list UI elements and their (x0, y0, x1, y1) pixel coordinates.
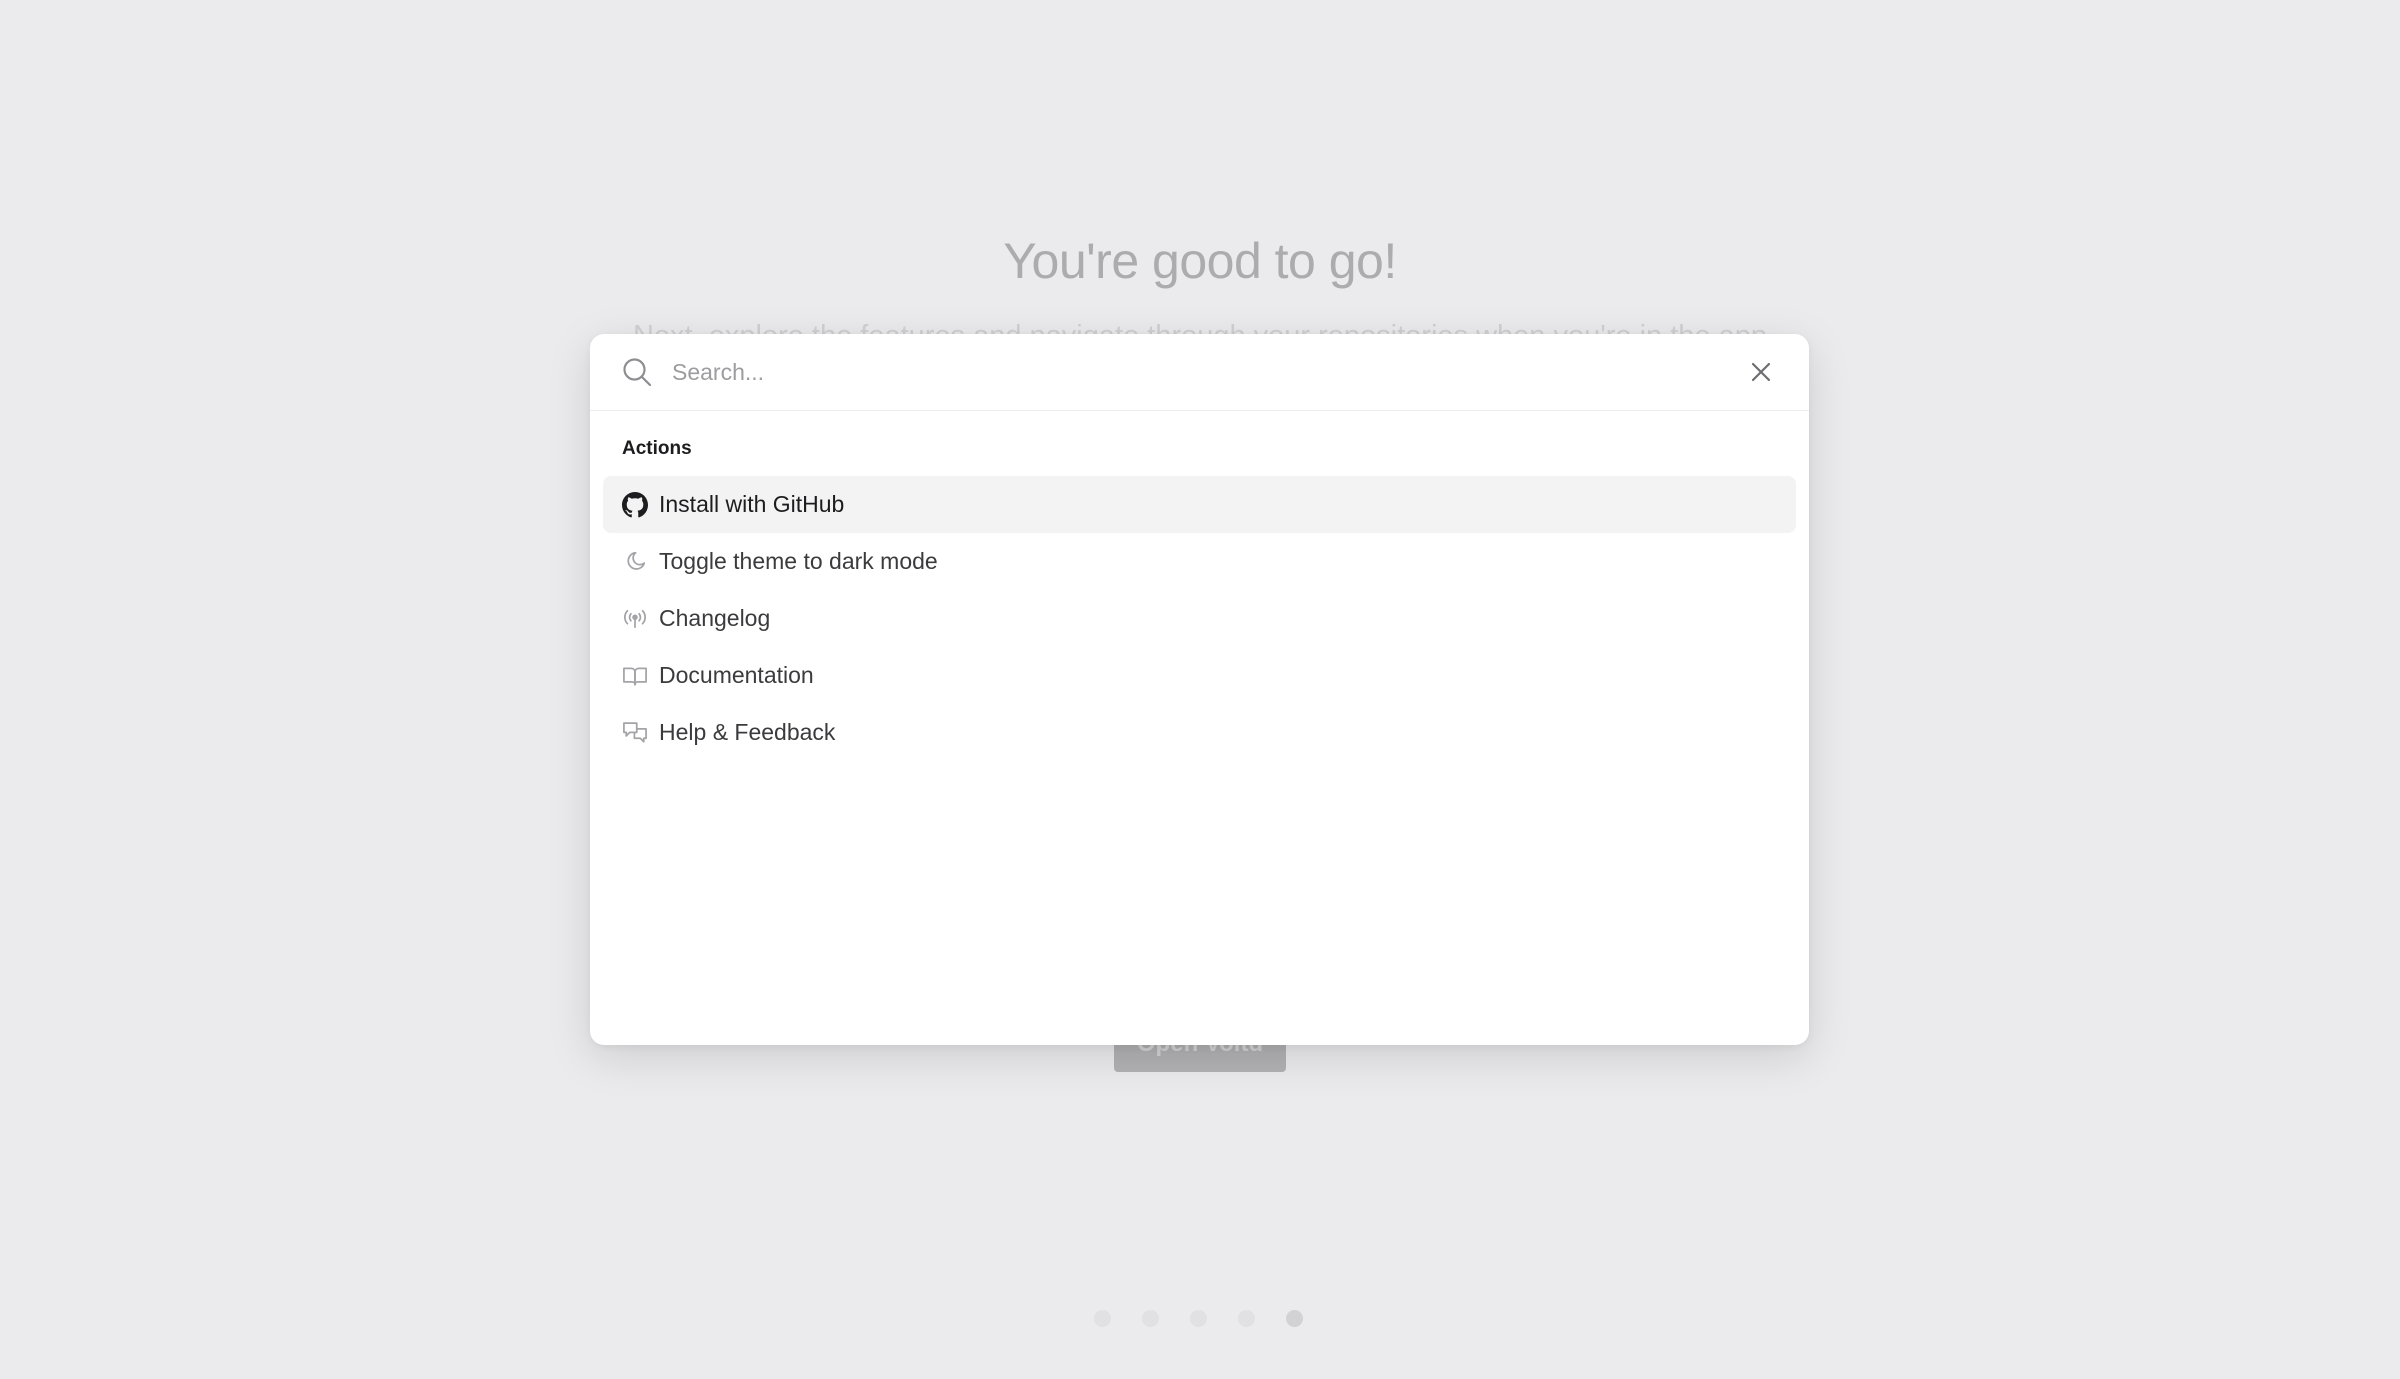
action-label: Changelog (659, 605, 771, 631)
action-documentation[interactable]: Documentation (603, 647, 1796, 704)
section-label-actions: Actions (622, 438, 692, 459)
broadcast-icon (621, 605, 649, 633)
pagination-dot-active[interactable] (1286, 1310, 1303, 1327)
actions-list: Install with GitHub Toggle theme to dark… (603, 476, 1796, 761)
action-label: Documentation (659, 662, 814, 688)
onboarding-title: You're good to go! (1003, 233, 1397, 289)
book-icon (621, 662, 649, 690)
action-toggle-theme[interactable]: Toggle theme to dark mode (603, 533, 1796, 590)
github-icon (621, 491, 649, 519)
action-install-with-github[interactable]: Install with GitHub (603, 476, 1796, 533)
pagination-dot[interactable] (1142, 1310, 1159, 1327)
pagination-dot[interactable] (1094, 1310, 1111, 1327)
close-icon[interactable] (1743, 354, 1779, 390)
action-label: Help & Feedback (659, 719, 836, 745)
search-icon (621, 356, 653, 388)
action-changelog[interactable]: Changelog (603, 590, 1796, 647)
moon-icon (621, 548, 649, 576)
command-palette: Actions Install with GitHub Toggle theme… (590, 334, 1809, 1045)
pagination-dots (1094, 1310, 1303, 1330)
pagination-dot[interactable] (1238, 1310, 1255, 1327)
action-label: Install with GitHub (659, 491, 845, 517)
action-label: Toggle theme to dark mode (659, 548, 938, 574)
chat-bubbles-icon (621, 719, 649, 747)
search-bar (590, 334, 1809, 411)
search-input[interactable] (672, 350, 1672, 394)
action-help-feedback[interactable]: Help & Feedback (603, 704, 1796, 761)
pagination-dot[interactable] (1190, 1310, 1207, 1327)
